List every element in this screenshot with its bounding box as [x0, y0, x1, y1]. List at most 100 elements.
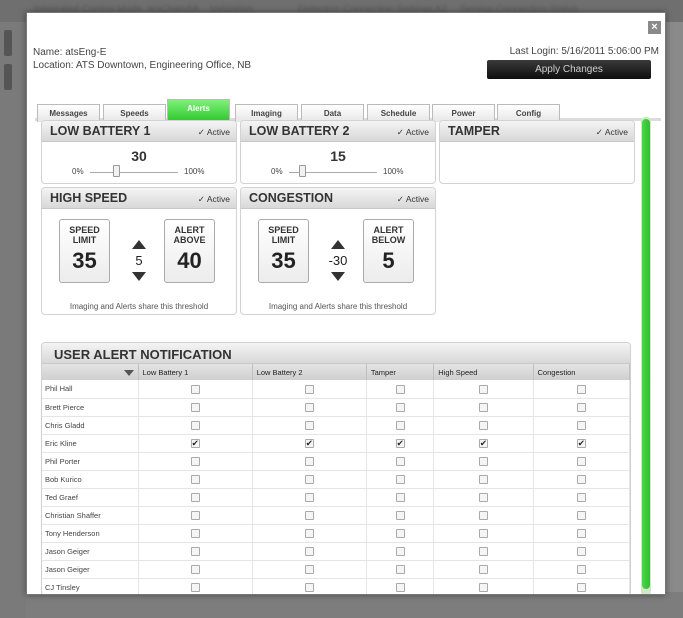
active-checkbox[interactable]: ✓ Active: [397, 194, 429, 205]
notification-checkbox[interactable]: [304, 582, 314, 592]
increase-arrow-icon[interactable]: [331, 240, 345, 249]
notification-checkbox[interactable]: [576, 456, 586, 466]
notification-cell: [433, 434, 534, 453]
notification-checkbox[interactable]: [478, 564, 488, 574]
decrease-arrow-icon[interactable]: [132, 272, 146, 281]
column-header[interactable]: High Speed: [433, 364, 534, 380]
column-header[interactable]: Low Battery 1: [138, 364, 253, 380]
decrease-arrow-icon[interactable]: [331, 272, 345, 281]
notification-checkbox[interactable]: [190, 402, 200, 412]
notification-checkbox[interactable]: [190, 384, 200, 394]
notification-checkbox[interactable]: [190, 474, 200, 484]
slider-thumb[interactable]: [113, 165, 121, 177]
column-header[interactable]: Congestion: [533, 364, 630, 380]
notification-checkbox[interactable]: [395, 384, 405, 394]
alert-threshold-box: ALERT ABOVE 40: [164, 219, 215, 283]
notification-checkbox[interactable]: [478, 384, 488, 394]
user-name-cell: Christian Shaffer: [42, 506, 139, 525]
active-checkbox[interactable]: ✓ Active: [397, 127, 429, 138]
active-checkbox[interactable]: ✓ Active: [198, 127, 230, 138]
notification-checkbox[interactable]: [395, 510, 405, 520]
slider-track[interactable]: [90, 172, 178, 173]
notification-checkbox[interactable]: [190, 582, 200, 592]
notification-checkbox[interactable]: [576, 582, 586, 592]
notification-checkbox[interactable]: [478, 582, 488, 592]
notification-cell: [366, 560, 435, 579]
notification-checkbox[interactable]: [304, 456, 314, 466]
notification-checkbox[interactable]: [395, 402, 405, 412]
column-header[interactable]: Tamper: [366, 364, 435, 380]
notification-checkbox[interactable]: [395, 528, 405, 538]
tab-alerts[interactable]: Alerts: [167, 99, 230, 122]
notification-checkbox[interactable]: [478, 420, 488, 430]
notification-checkbox[interactable]: [576, 492, 586, 502]
filter-header[interactable]: [42, 364, 139, 380]
notification-checkbox[interactable]: [190, 420, 200, 430]
notification-checkbox[interactable]: [478, 528, 488, 538]
notification-checkbox[interactable]: [190, 564, 200, 574]
active-checkbox[interactable]: ✓ Active: [596, 127, 628, 138]
notification-checkbox[interactable]: [478, 474, 488, 484]
notification-checkbox[interactable]: [304, 546, 314, 556]
alert-label: ABOVE: [173, 235, 206, 245]
apply-changes-button[interactable]: Apply Changes: [487, 60, 651, 79]
notification-checkbox[interactable]: [576, 384, 586, 394]
notification-checkbox[interactable]: [576, 510, 586, 520]
notification-checkbox[interactable]: [576, 564, 586, 574]
active-checkbox[interactable]: ✓ Active: [198, 194, 230, 205]
notification-checkbox[interactable]: [478, 546, 488, 556]
notification-checkbox[interactable]: [395, 474, 405, 484]
slider-thumb[interactable]: [299, 165, 307, 177]
close-icon[interactable]: ×: [648, 21, 661, 34]
notification-cell: [252, 578, 367, 594]
notification-checkbox[interactable]: [190, 456, 200, 466]
notification-checkbox[interactable]: [190, 546, 200, 556]
notification-checkbox[interactable]: [576, 438, 586, 449]
vertical-scrollbar[interactable]: [641, 117, 651, 594]
notification-checkbox[interactable]: [395, 546, 405, 556]
notification-cell: [533, 452, 630, 471]
notification-checkbox[interactable]: [576, 420, 586, 430]
notification-checkbox[interactable]: [395, 492, 405, 502]
notification-checkbox[interactable]: [304, 420, 314, 430]
notification-checkbox[interactable]: [478, 510, 488, 520]
notification-checkbox[interactable]: [395, 438, 405, 449]
notification-checkbox[interactable]: [304, 402, 314, 412]
notification-checkbox[interactable]: [576, 546, 586, 556]
notification-checkbox[interactable]: [304, 528, 314, 538]
notification-checkbox[interactable]: [304, 474, 314, 484]
notification-cell: [138, 524, 253, 543]
scrollbar-thumb[interactable]: [642, 119, 650, 589]
user-name-cell: Chris Gladd: [42, 416, 139, 435]
notification-checkbox[interactable]: [478, 492, 488, 502]
slider-min-label: 0%: [72, 167, 84, 176]
notification-checkbox[interactable]: [478, 438, 488, 449]
notification-cell: [433, 470, 534, 489]
filter-icon[interactable]: [123, 369, 134, 376]
notification-checkbox[interactable]: [478, 456, 488, 466]
notification-checkbox[interactable]: [395, 564, 405, 574]
alert-threshold-box: ALERT BELOW 5: [363, 219, 414, 283]
notification-checkbox[interactable]: [304, 438, 314, 449]
notification-checkbox[interactable]: [576, 402, 586, 412]
notification-cell: [433, 488, 534, 507]
notification-checkbox[interactable]: [395, 582, 405, 592]
notification-checkbox[interactable]: [395, 420, 405, 430]
notification-checkbox[interactable]: [304, 564, 314, 574]
notification-checkbox[interactable]: [190, 528, 200, 538]
notification-cell: [138, 488, 253, 507]
column-header[interactable]: Low Battery 2: [252, 364, 367, 380]
notification-checkbox[interactable]: [190, 492, 200, 502]
table-row: Chris Gladd: [42, 416, 630, 435]
notification-checkbox[interactable]: [576, 528, 586, 538]
notification-checkbox[interactable]: [304, 510, 314, 520]
notification-checkbox[interactable]: [190, 510, 200, 520]
increase-arrow-icon[interactable]: [132, 240, 146, 249]
notification-checkbox[interactable]: [304, 492, 314, 502]
notification-cell: [138, 542, 253, 561]
notification-checkbox[interactable]: [478, 402, 488, 412]
notification-checkbox[interactable]: [304, 384, 314, 394]
notification-checkbox[interactable]: [395, 456, 405, 466]
notification-checkbox[interactable]: [576, 474, 586, 484]
notification-checkbox[interactable]: [190, 438, 200, 449]
